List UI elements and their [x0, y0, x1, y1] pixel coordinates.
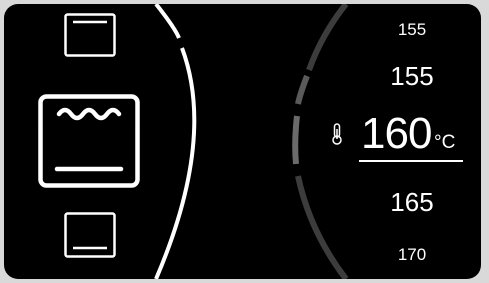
temp-option[interactable]: 155 [382, 21, 442, 38]
temp-dial-arc-top [306, 4, 349, 72]
oven-convection-icon [38, 94, 140, 188]
oven-control-screen: 155 155 160 °C 165 170 [4, 4, 481, 279]
selected-temperature-value: 160 [361, 109, 432, 158]
mode-bottom-heat-button[interactable] [64, 212, 116, 258]
thermometer-icon [332, 123, 342, 145]
mode-dial-arc-main [154, 47, 197, 279]
selection-underline [359, 160, 463, 162]
temp-dial-arc-center [292, 115, 300, 165]
temp-option[interactable]: 165 [377, 189, 447, 215]
temperature-unit: °C [434, 132, 456, 153]
oven-top-heat-icon [64, 13, 116, 57]
temp-option[interactable]: 155 [377, 63, 447, 89]
oven-bottom-heat-icon [64, 212, 116, 258]
temp-dial-arc-lower [295, 175, 349, 279]
mode-dial-arc [154, 4, 181, 39]
temp-dial-arc-upper [295, 74, 310, 105]
temp-option[interactable]: 170 [382, 246, 442, 263]
mode-top-heat-button[interactable] [64, 13, 116, 57]
selected-temperature[interactable]: 160 °C [359, 110, 469, 162]
mode-convection-button[interactable] [38, 94, 140, 188]
